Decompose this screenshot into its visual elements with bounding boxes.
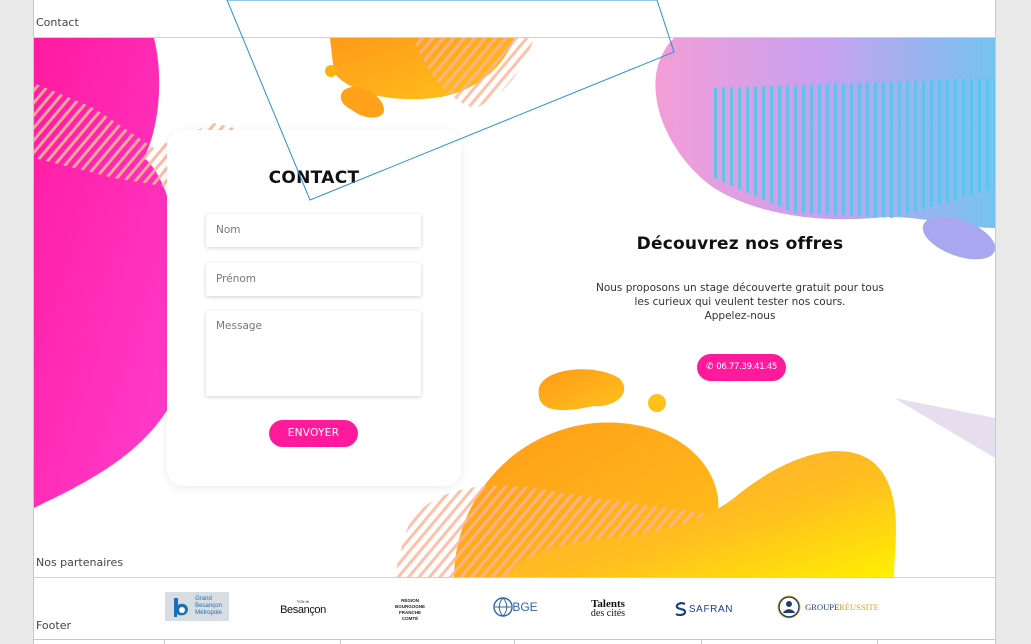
offers-line-1: Nous proposons un stage découverte gratu… [595,282,884,294]
groupe-reussite-emblem-icon [777,595,801,619]
talents-line-2: des cités [590,608,626,619]
besancon-main: Besançon [280,604,326,616]
prenom-input[interactable]: Prénom [206,263,421,296]
offers-line-2: les curieux qui veulent tester nos cours… [634,296,846,308]
offers-title: Découvrez nos offres [636,234,844,254]
safran-text: SAFRAN [688,603,734,615]
contact-form: CONTACT Nom Prénom Message ENVOYER [167,130,461,486]
partner-logo-safran[interactable]: SAFRAN [671,596,737,622]
partner-logo-bge[interactable]: BGE [489,592,541,622]
groupe-text: GROUPE [805,602,840,612]
partner-logo-besancon[interactable]: Ville de Besançon [275,594,331,621]
partners-section-label: Nos partenaires [36,556,124,569]
partner-logo-groupe-reussite[interactable]: GROUPE RÉUSSITE [776,592,880,622]
contact-form-title: CONTACT [268,168,360,188]
partner-logo-region-bfc[interactable]: RÉGION BOURGOGNE FRANCHE COMTÉ [386,594,434,626]
message-textarea[interactable]: Message [206,311,421,396]
grand-besancon-line-2: Besançon [195,603,222,609]
grand-besancon-mark-icon [174,597,189,617]
reussite-text: RÉUSSITE [839,602,879,612]
envoyer-button[interactable]: ENVOYER [269,420,358,447]
partner-logo-talents-des-cites[interactable]: Talents des cités [582,596,634,622]
grand-besancon-line-3: Métropole [195,610,222,616]
offers-description: Nous proposons un stage découverte gratu… [594,281,886,323]
contact-hero: CONTACT Nom Prénom Message ENVOYER Décou… [34,38,995,578]
phone-icon: ✆ [706,362,714,372]
phone-button[interactable]: ✆ 06.77.39.41.45 [697,354,786,381]
page: Contact CONTACT Nom Prénom Message ENVOY… [33,0,996,644]
footer-grid [34,639,995,644]
grand-besancon-line-1: Grand [195,596,212,602]
footer-section-label: Footer [36,619,71,632]
phone-number: 06.77.39.41.45 [716,362,777,372]
bge-text: BGE [512,600,538,614]
partners-logos: Grand Besançon Métropole Ville de Besanç… [34,578,995,639]
region-line-4: COMTÉ [401,616,419,621]
safran-mark-icon [675,602,687,616]
offers-line-3: Appelez-nous [704,310,776,322]
contact-section-label: Contact [36,16,79,29]
partner-logo-grand-besancon[interactable]: Grand Besançon Métropole [165,592,229,621]
nom-input[interactable]: Nom [206,214,421,247]
